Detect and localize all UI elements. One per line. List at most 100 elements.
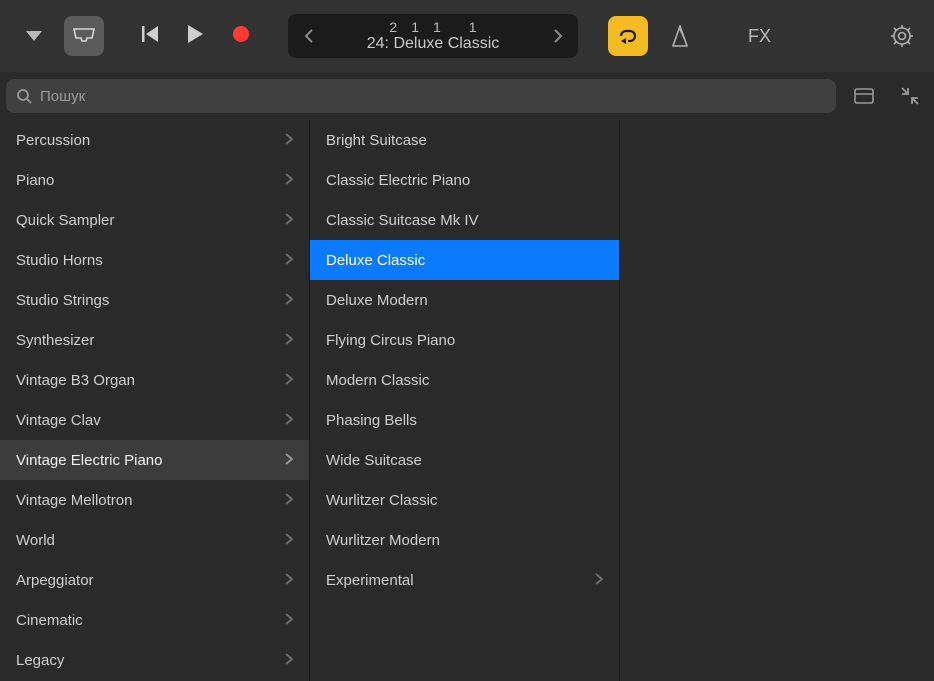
view-mode-button[interactable]	[846, 78, 882, 114]
search-icon	[16, 88, 32, 104]
category-row[interactable]: Vintage Clav	[0, 400, 309, 440]
preset-row[interactable]: Flying Circus Piano	[310, 320, 619, 360]
category-row-label: Synthesizer	[16, 332, 94, 349]
chevron-right-icon	[285, 292, 293, 309]
category-row[interactable]: World	[0, 520, 309, 560]
preset-row[interactable]: Phasing Bells	[310, 400, 619, 440]
preset-row[interactable]: Experimental	[310, 560, 619, 600]
disclosure-button[interactable]	[14, 16, 54, 56]
inbox-icon	[73, 28, 95, 44]
category-column: Percussion Piano Quick Sampler Studio Horns…	[0, 120, 310, 681]
go-to-start-button[interactable]	[142, 25, 160, 47]
preset-row-label: Wurlitzer Modern	[326, 532, 440, 549]
chevron-right-icon	[285, 532, 293, 549]
preset-info[interactable]: 2 1 1 1 24: Deluxe Classic	[318, 19, 548, 53]
category-row-label: Vintage B3 Organ	[16, 372, 135, 389]
category-row[interactable]: Vintage B3 Organ	[0, 360, 309, 400]
transport-controls	[142, 25, 250, 47]
preset-row-label: Wide Suitcase	[326, 452, 422, 469]
fx-button[interactable]: FX	[748, 26, 771, 47]
preset-column: Bright Suitcase Classic Electric Piano Cla…	[310, 120, 620, 681]
preset-row[interactable]: Wide Suitcase	[310, 440, 619, 480]
record-button[interactable]	[232, 25, 250, 47]
chevron-right-icon	[285, 172, 293, 189]
category-row-label: Studio Strings	[16, 292, 109, 309]
preset-row[interactable]: Wurlitzer Modern	[310, 520, 619, 560]
chevron-right-icon	[595, 572, 603, 589]
category-row[interactable]: Cinematic	[0, 600, 309, 640]
category-row-label: Arpeggiator	[16, 572, 94, 589]
settings-button[interactable]	[884, 18, 920, 54]
chevron-right-icon	[285, 412, 293, 429]
meter-digit: 1	[469, 19, 477, 35]
loop-icon	[617, 28, 639, 44]
skip-back-icon	[142, 25, 160, 43]
collapse-button[interactable]	[892, 78, 928, 114]
category-row[interactable]: Legacy	[0, 640, 309, 680]
category-row[interactable]: Studio Horns	[0, 240, 309, 280]
next-preset-button[interactable]	[548, 14, 568, 58]
preset-row-label: Deluxe Classic	[326, 252, 425, 269]
preset-row-label: Flying Circus Piano	[326, 332, 455, 349]
preset-display: 2 1 1 1 24: Deluxe Classic	[288, 14, 578, 58]
preset-row[interactable]: Wurlitzer Classic	[310, 480, 619, 520]
category-row[interactable]: Studio Strings	[0, 280, 309, 320]
preset-row-label: Wurlitzer Classic	[326, 492, 437, 509]
preset-position: 2 1 1 1	[318, 19, 548, 35]
preset-row[interactable]: Classic Suitcase Mk IV	[310, 200, 619, 240]
chevron-right-icon	[285, 212, 293, 229]
metronome-button[interactable]	[662, 18, 698, 54]
category-row[interactable]: Arpeggiator	[0, 560, 309, 600]
category-row-label: Vintage Mellotron	[16, 492, 132, 509]
category-row[interactable]: Vintage Electric Piano	[0, 440, 309, 480]
chevron-left-icon	[304, 29, 313, 43]
category-row-label: Cinematic	[16, 612, 83, 629]
preset-row[interactable]: Bright Suitcase	[310, 120, 619, 160]
preset-row-label: Deluxe Modern	[326, 292, 428, 309]
category-row[interactable]: Percussion	[0, 120, 309, 160]
preset-row[interactable]: Modern Classic	[310, 360, 619, 400]
preset-row-label: Classic Electric Piano	[326, 172, 470, 189]
category-row-label: Vintage Electric Piano	[16, 452, 162, 469]
record-icon	[232, 25, 250, 43]
right-tools: FX	[608, 16, 807, 56]
preset-row[interactable]: Classic Electric Piano	[310, 160, 619, 200]
browser: Percussion Piano Quick Sampler Studio Horns…	[0, 120, 934, 681]
preset-row[interactable]: Deluxe Classic	[310, 240, 619, 280]
preset-name: 24: Deluxe Classic	[318, 35, 548, 53]
metronome-icon	[670, 25, 690, 47]
category-row[interactable]: Vintage Mellotron	[0, 480, 309, 520]
chevron-right-icon	[285, 132, 293, 149]
search-input[interactable]	[40, 88, 826, 105]
meter-digit: 1	[411, 19, 419, 35]
category-row-label: Studio Horns	[16, 252, 103, 269]
chevron-right-icon	[285, 572, 293, 589]
chevron-right-icon	[554, 29, 563, 43]
chevron-right-icon	[285, 252, 293, 269]
detail-column	[620, 120, 934, 681]
chevron-right-icon	[285, 612, 293, 629]
preset-row-label: Experimental	[326, 572, 414, 589]
category-row[interactable]: Quick Sampler	[0, 200, 309, 240]
category-row-label: Legacy	[16, 652, 64, 669]
category-row[interactable]: Piano	[0, 160, 309, 200]
loop-button[interactable]	[608, 16, 648, 56]
play-button[interactable]	[188, 25, 204, 47]
library-button[interactable]	[64, 16, 104, 56]
meter-digit: 2	[389, 19, 397, 35]
panel-icon	[854, 88, 874, 104]
category-row-label: Piano	[16, 172, 54, 189]
preset-row-label: Modern Classic	[326, 372, 429, 389]
gear-icon	[891, 25, 913, 47]
triangle-down-icon	[26, 31, 42, 41]
chevron-right-icon	[285, 492, 293, 509]
search-row	[0, 72, 934, 120]
category-row-label: Percussion	[16, 132, 90, 149]
category-row-label: World	[16, 532, 55, 549]
category-row-label: Quick Sampler	[16, 212, 114, 229]
search-field[interactable]	[6, 79, 836, 113]
prev-preset-button[interactable]	[298, 14, 318, 58]
preset-row[interactable]: Deluxe Modern	[310, 280, 619, 320]
chevron-right-icon	[285, 652, 293, 669]
category-row[interactable]: Synthesizer	[0, 320, 309, 360]
